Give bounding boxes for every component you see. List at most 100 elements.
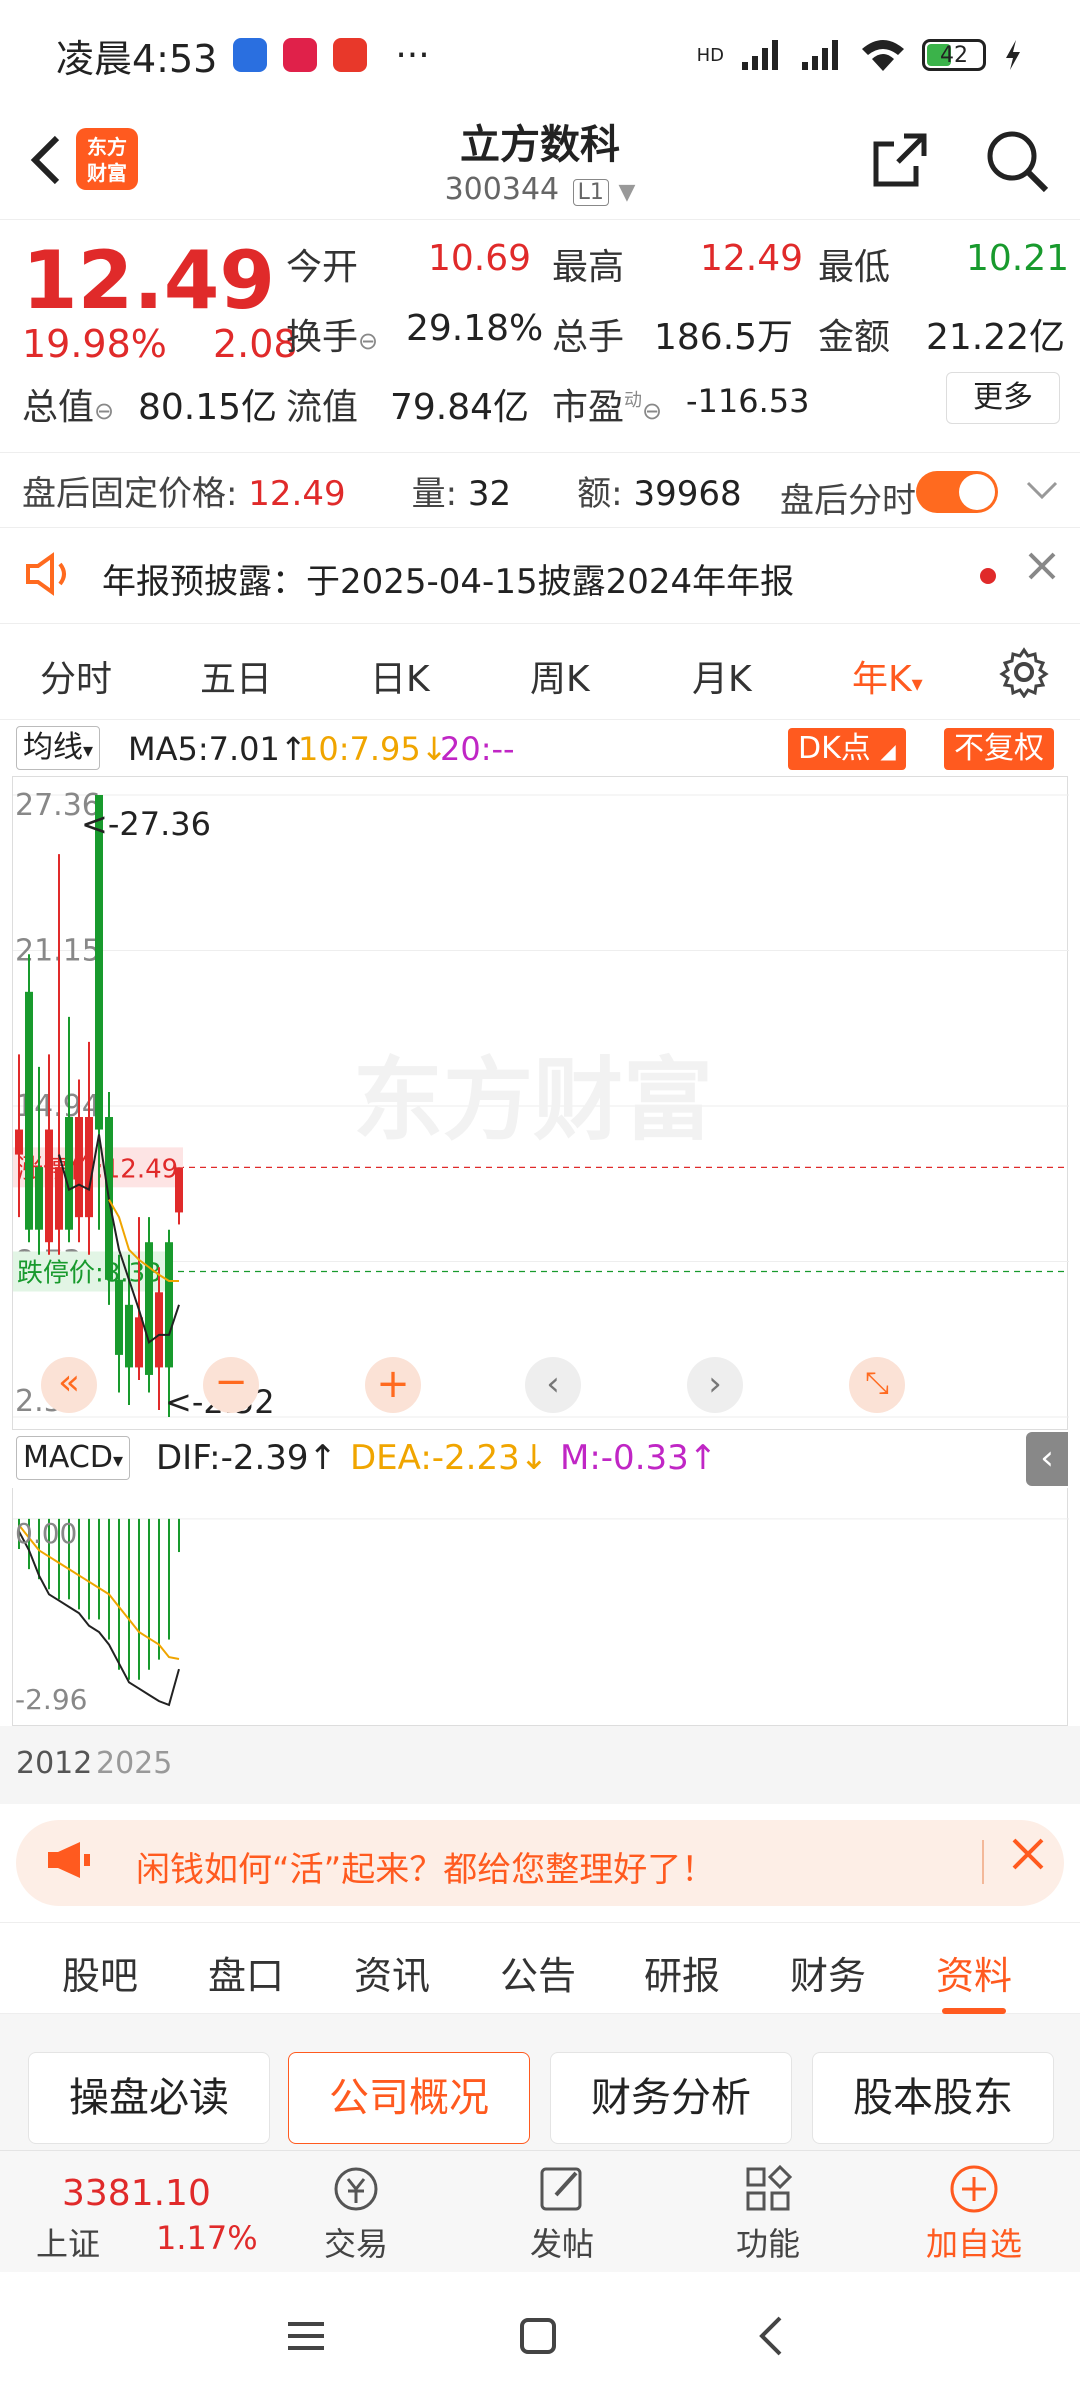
candle-body bbox=[115, 1279, 123, 1355]
stock-code: 300344 bbox=[444, 172, 560, 207]
macd-m-value: M:-0.33↑ bbox=[560, 1438, 718, 1478]
system-nav-bar bbox=[0, 2272, 1080, 2400]
tab-fenshi[interactable]: 分时 bbox=[40, 650, 112, 702]
tab-five-day[interactable]: 五日 bbox=[200, 650, 272, 702]
candle-body bbox=[145, 1242, 153, 1375]
stock-name: 立方数科 bbox=[460, 122, 620, 168]
tab-finance[interactable]: 财务 bbox=[790, 1945, 866, 2000]
ma10-value: 10:7.95↓ bbox=[298, 730, 448, 768]
afterhours-toggle[interactable] bbox=[916, 471, 998, 513]
scroll-right-button[interactable]: › bbox=[687, 1357, 743, 1413]
macd-row: MACD▾ DIF:-2.39↑ DEA:-2.23↓ M:-0.33↑ ‹ bbox=[0, 1430, 1080, 1488]
indicator-selector[interactable]: MACD▾ bbox=[16, 1436, 130, 1480]
promo-text: 闲钱如何“活”起来？都给您整理好了！ bbox=[136, 1850, 716, 1890]
section-shareholders[interactable]: 股本股东 bbox=[812, 2052, 1054, 2144]
kline-chart[interactable]: 27.3621.1514.948.732.52涨停价:12.49跌停价:8.33… bbox=[12, 776, 1069, 1430]
add-watchlist-button[interactable]: 加自选 bbox=[914, 2161, 1034, 2265]
collapse-tab[interactable]: ‹ bbox=[1026, 1432, 1068, 1486]
zoom-out-button[interactable]: − bbox=[203, 1357, 259, 1413]
tab-news[interactable]: 资讯 bbox=[354, 1945, 430, 2000]
low-value: 10.21 bbox=[966, 238, 1070, 279]
gear-icon[interactable] bbox=[998, 646, 1050, 698]
tab-year-k[interactable]: 年K▾ bbox=[852, 650, 923, 702]
fullscreen-button[interactable]: ⤡ bbox=[849, 1357, 905, 1413]
title-block[interactable]: 立方数科 300344 L1 ▼ bbox=[340, 110, 740, 207]
candle-body bbox=[35, 1167, 43, 1230]
high-value: 12.49 bbox=[700, 238, 804, 279]
stock-code-row[interactable]: 300344 L1 ▼ bbox=[340, 172, 740, 207]
watermark: 东方财富 bbox=[353, 1048, 713, 1153]
tab-day-k[interactable]: 日K bbox=[370, 650, 430, 702]
open-value: 10.69 bbox=[428, 238, 532, 279]
no-adjust-button[interactable]: 不复权 bbox=[944, 728, 1054, 770]
close-icon[interactable] bbox=[1022, 546, 1062, 586]
promo-banner[interactable]: 闲钱如何“活”起来？都给您整理好了！ bbox=[16, 1820, 1064, 1906]
afterhours-price-block: 盘后固定价格: 12.49 bbox=[22, 473, 346, 514]
tab-week-k[interactable]: 周K bbox=[530, 650, 590, 702]
dk-point-button[interactable]: DK点 ◢ bbox=[788, 728, 906, 770]
pe-label: 市盈动⊖ bbox=[552, 387, 663, 428]
plus-circle-icon bbox=[950, 2165, 998, 2213]
candle-body bbox=[25, 991, 33, 1230]
close-icon[interactable] bbox=[1006, 1832, 1050, 1876]
section-trading-guide[interactable]: 操盘必读 bbox=[28, 2052, 270, 2144]
turnover-label: 换手⊖ bbox=[286, 317, 379, 358]
search-icon[interactable] bbox=[984, 128, 1050, 194]
scroll-left-button[interactable]: ‹ bbox=[525, 1357, 581, 1413]
candle-body bbox=[45, 1129, 53, 1243]
index-value: 3381.10 bbox=[62, 2173, 211, 2214]
more-button[interactable]: 更多 bbox=[946, 372, 1060, 424]
candle-body bbox=[85, 1117, 93, 1218]
section-financial-analysis[interactable]: 财务分析 bbox=[550, 2052, 792, 2144]
post-button[interactable]: 发帖 bbox=[502, 2161, 622, 2265]
signal-icon-2 bbox=[802, 40, 838, 70]
edit-icon bbox=[540, 2167, 582, 2211]
tab-profile[interactable]: 资料 bbox=[936, 1945, 1012, 2014]
pe-value: -116.53 bbox=[686, 382, 810, 420]
quote-panel: 12.49 19.98% 2.08 今开 10.69 最高 12.49 最低 1… bbox=[0, 222, 1080, 444]
charging-icon bbox=[1006, 40, 1020, 70]
mktcap-label: 总值⊖ bbox=[22, 387, 115, 428]
period-tabs: 分时 五日 日K 周K 月K 年K▾ bbox=[0, 624, 1080, 720]
caret-down-icon: ▾ bbox=[112, 1448, 123, 1472]
back-button[interactable] bbox=[22, 132, 72, 198]
dif-value: DIF:-2.39↑ bbox=[156, 1438, 338, 1478]
macd-svg: 0.00 -2.96 bbox=[13, 1517, 1069, 1716]
macd-chart[interactable]: 0.00 -2.96 bbox=[12, 1488, 1069, 1726]
change-abs: 2.08 bbox=[213, 322, 298, 366]
notice-bar[interactable]: 年报预披露：于2025-04-15披露2024年年报 bbox=[0, 528, 1080, 624]
status-bar: 凌晨4:53 ··· HD 42 bbox=[0, 0, 1080, 110]
share-icon[interactable] bbox=[870, 130, 930, 190]
section-buttons: 操盘必读 公司概况 财务分析 股本股东 bbox=[0, 2014, 1080, 2150]
chevron-down-icon[interactable] bbox=[1024, 471, 1060, 507]
ma-selector[interactable]: 均线▾ bbox=[16, 726, 101, 770]
ma5-value: MA5:7.01↑ bbox=[128, 730, 307, 768]
max-label: <-27.36 bbox=[81, 805, 211, 843]
home-icon[interactable] bbox=[514, 2312, 562, 2360]
scroll-left-fast-button[interactable]: « bbox=[41, 1357, 97, 1413]
candle-body bbox=[95, 795, 103, 1130]
trade-button[interactable]: 交易 bbox=[296, 2161, 416, 2265]
tab-month-k[interactable]: 月K bbox=[692, 650, 752, 702]
menu-icon[interactable] bbox=[282, 2312, 330, 2360]
info-icon: ⊖ bbox=[642, 397, 663, 425]
back-icon[interactable] bbox=[748, 2312, 796, 2360]
tab-research[interactable]: 研报 bbox=[644, 1945, 720, 2000]
status-time: 凌晨4:53 bbox=[56, 36, 218, 81]
notice-text: 年报预披露：于2025-04-15披露2024年年报 bbox=[102, 562, 795, 602]
functions-button[interactable]: 功能 bbox=[708, 2161, 828, 2265]
afterhours-bar: 盘后固定价格: 12.49 量: 32 额: 39968 盘后分时 bbox=[0, 452, 1080, 528]
float-value: 79.84亿 bbox=[390, 387, 530, 428]
macd-y-label: 0.00 bbox=[15, 1517, 77, 1550]
more-notifications-icon: ··· bbox=[395, 34, 430, 76]
divider bbox=[982, 1840, 984, 1884]
volume-label: 总手 bbox=[552, 317, 625, 358]
change-pct: 19.98% bbox=[22, 322, 167, 366]
index-name: 上证 bbox=[36, 2225, 101, 2263]
section-company-overview[interactable]: 公司概况 bbox=[288, 2052, 530, 2144]
zoom-in-button[interactable]: + bbox=[365, 1357, 421, 1413]
tab-pankou[interactable]: 盘口 bbox=[208, 1945, 284, 2000]
tab-guba[interactable]: 股吧 bbox=[62, 1945, 138, 2000]
baidu-app-icon bbox=[233, 38, 268, 72]
tab-announcements[interactable]: 公告 bbox=[500, 1945, 576, 2000]
